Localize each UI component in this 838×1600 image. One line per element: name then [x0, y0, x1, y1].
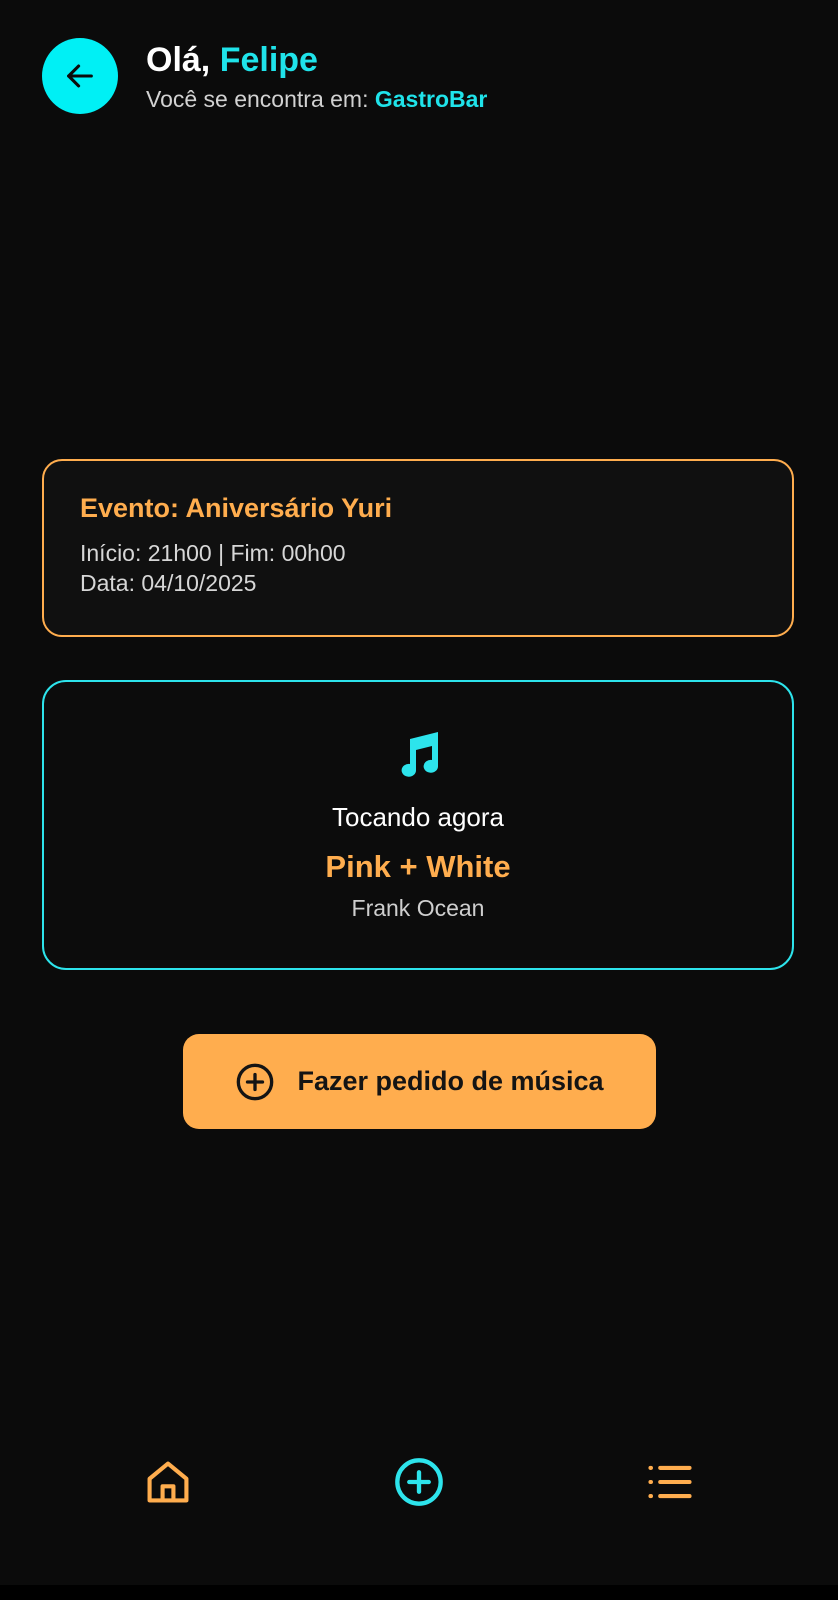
- plus-circle-icon: [395, 1458, 443, 1506]
- header-text: Olá, Felipe Você se encontra em: GastroB…: [146, 40, 487, 113]
- nav-home[interactable]: [140, 1454, 196, 1510]
- user-name: Felipe: [219, 40, 318, 79]
- greeting: Olá, Felipe: [146, 40, 487, 80]
- nav-add[interactable]: [391, 1454, 447, 1510]
- event-schedule: Início: 21h00 | Fim: 00h00: [80, 540, 346, 566]
- bottom-strip: [0, 1585, 838, 1600]
- arrow-left-icon: [67, 64, 93, 88]
- now-playing-label: Tocando agora: [331, 802, 505, 832]
- greeting-prefix: Olá,: [146, 40, 220, 79]
- list-icon: [648, 1465, 692, 1499]
- song-title: Pink + White: [325, 849, 511, 884]
- header: Olá, Felipe Você se encontra em: GastroB…: [42, 38, 487, 114]
- back-button[interactable]: [42, 38, 118, 114]
- song-artist: Frank Ocean: [351, 895, 485, 921]
- request-music-button[interactable]: Fazer pedido de música: [183, 1034, 656, 1129]
- bottom-nav: [0, 1430, 838, 1530]
- request-music-label: Fazer pedido de música: [297, 1066, 604, 1096]
- home-icon: [147, 1461, 189, 1503]
- location-prefix: Você se encontra em:: [146, 85, 375, 112]
- event-title: Evento: Aniversário Yuri: [80, 493, 393, 523]
- venue-name: GastroBar: [374, 85, 488, 112]
- nav-list[interactable]: [642, 1454, 698, 1510]
- now-playing-card: Tocando agora Pink + White Frank Ocean: [42, 680, 794, 970]
- event-date: Data: 04/10/2025: [80, 570, 257, 596]
- event-card: Evento: Aniversário Yuri Início: 21h00 |…: [42, 459, 794, 637]
- music-note-icon: [394, 728, 442, 780]
- plus-circle-icon: [237, 1063, 274, 1100]
- location-line: Você se encontra em: GastroBar: [146, 86, 487, 113]
